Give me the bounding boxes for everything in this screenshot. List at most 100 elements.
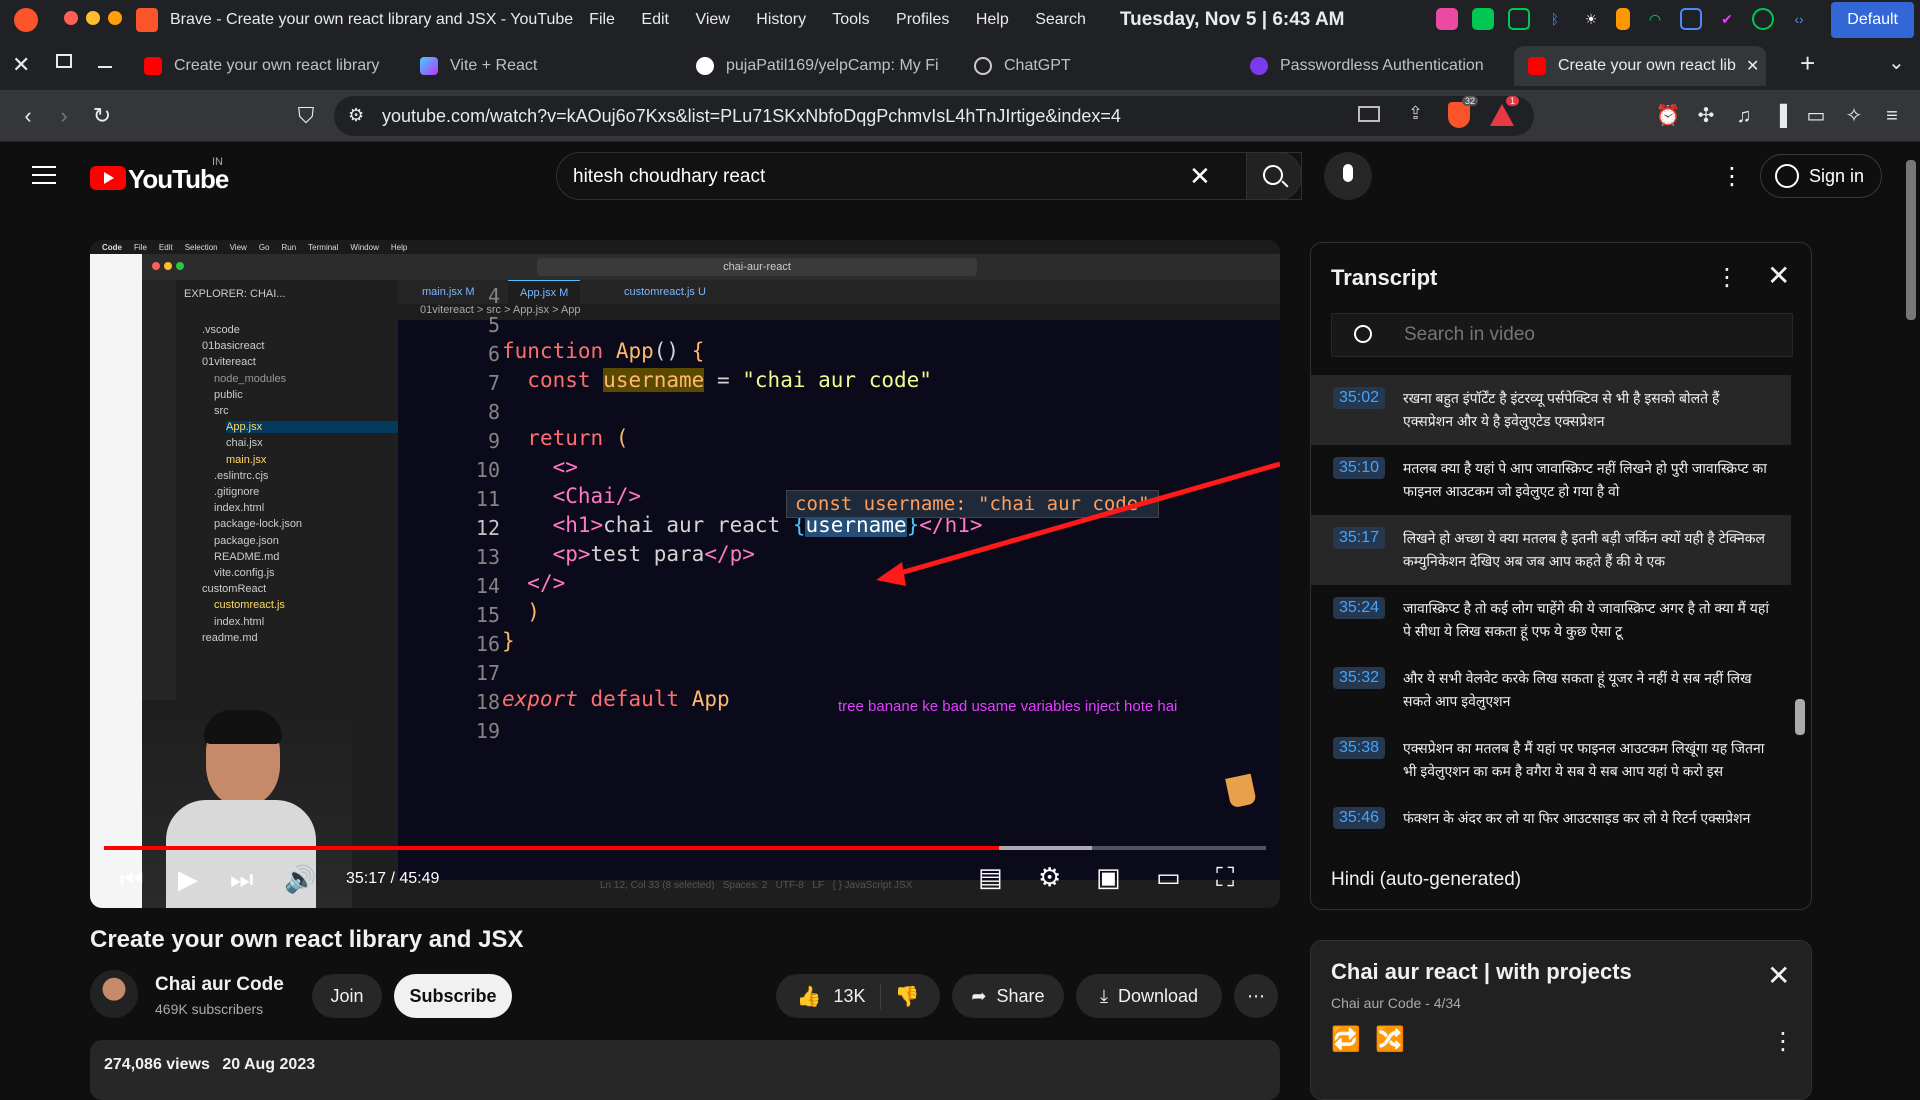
miniplayer-icon[interactable]: ▣ [1096, 862, 1121, 893]
battery-icon[interactable] [1616, 8, 1630, 30]
transcript-segment[interactable]: 35:02 रखना बहुत इंपॉर्टेंट है इंटरव्यू पर… [1311, 375, 1791, 445]
minimize-icon[interactable] [98, 66, 112, 68]
close-window-icon[interactable] [64, 10, 78, 25]
bookmark-icon[interactable]: ⛉ [292, 102, 320, 130]
calendar-icon[interactable] [1436, 8, 1458, 30]
music-icon[interactable]: ♫ [1730, 102, 1758, 130]
description-box[interactable]: 274,086 views 20 Aug 2023 [90, 1040, 1280, 1100]
address-bar[interactable]: ⚙ youtube.com/watch?v=kAOuj6o7Kxs&list=P… [334, 96, 1534, 136]
transcript-segment[interactable]: 35:38 एक्सप्रेशन का मतलब है मैं यहां पर फ… [1311, 725, 1791, 795]
reload-icon[interactable]: ↻ [88, 102, 116, 130]
brave-rewards-icon[interactable] [1490, 104, 1514, 126]
hamburger-menu-icon[interactable] [32, 166, 56, 184]
transcript-close-icon[interactable]: ✕ [1767, 259, 1790, 292]
volume-icon[interactable]: 🔊 [284, 864, 316, 895]
extensions-icon[interactable]: ✣ [1692, 102, 1720, 130]
site-settings-icon[interactable]: ⚙ [348, 105, 364, 126]
join-button[interactable]: Join [312, 974, 382, 1018]
menu-help[interactable]: Help [976, 11, 1009, 28]
transcript-scrollbar[interactable] [1795, 699, 1805, 735]
segment-timestamp[interactable]: 35:10 [1333, 457, 1386, 479]
youtube-logo-icon[interactable] [90, 166, 126, 190]
settings-gear-icon[interactable]: ⚙ [1038, 862, 1061, 893]
system-datetime[interactable]: Tuesday, Nov 5 | 6:43 AM [1120, 9, 1345, 31]
alarm-icon[interactable]: ⏰ [1654, 102, 1682, 130]
close-icon[interactable]: ✕ [12, 52, 30, 78]
menu-search[interactable]: Search [1035, 11, 1086, 28]
search-button[interactable] [1246, 152, 1302, 200]
tab-react-library-1[interactable]: Create your own react library [136, 46, 400, 86]
brightness-icon[interactable]: ☀ [1580, 8, 1602, 30]
code-icon[interactable]: ‹› [1788, 8, 1810, 30]
theater-mode-icon[interactable]: ▭ [1156, 862, 1181, 893]
tab-vite-react[interactable]: Vite + React [412, 46, 662, 86]
playlist-close-icon[interactable]: ✕ [1767, 959, 1790, 992]
speaker-icon[interactable] [1508, 8, 1530, 30]
segment-timestamp[interactable]: 35:46 [1333, 807, 1386, 829]
menu-history[interactable]: History [756, 11, 806, 28]
channel-avatar[interactable] [90, 970, 138, 1018]
segment-timestamp[interactable]: 35:24 [1333, 597, 1386, 619]
pause-icon[interactable] [1472, 8, 1494, 30]
more-options-icon[interactable]: ⋮ [1720, 162, 1744, 191]
subtitles-icon[interactable]: ▤ [978, 862, 1003, 893]
like-button[interactable]: 👍 13K [797, 983, 881, 1009]
menu-tools[interactable]: Tools [832, 11, 869, 28]
transcript-language[interactable]: Hindi (auto-generated) [1331, 869, 1521, 891]
transcript-segment[interactable]: 35:24 जावास्क्रिप्ट है तो कई लोग चाहेंगे … [1311, 585, 1791, 655]
restore-window-icon[interactable] [56, 54, 72, 68]
sign-in-button[interactable]: Sign in [1760, 154, 1882, 198]
play-icon[interactable]: ▶ [178, 864, 198, 895]
menu-profiles[interactable]: Profiles [896, 11, 949, 28]
transcript-search-input[interactable] [1404, 322, 1764, 348]
next-video-icon[interactable]: ⏭ [230, 864, 253, 896]
transcript-segment[interactable]: 35:46 फंक्शन के अंदर कर लो या फिर आउटसाइड… [1311, 795, 1791, 865]
transcript-segment[interactable]: 35:32 और ये सभी वेलवेट करके लिख सकता हूं … [1311, 655, 1791, 725]
tab-passwordless-auth[interactable]: Passwordless Authentication [1242, 46, 1500, 86]
url-text[interactable]: youtube.com/watch?v=kAOuj6o7Kxs&list=PLu… [382, 106, 1121, 127]
tab-close-icon[interactable]: ✕ [1746, 56, 1759, 76]
segment-timestamp[interactable]: 35:32 [1333, 667, 1386, 689]
segment-timestamp[interactable]: 35:17 [1333, 527, 1386, 549]
share-button[interactable]: ➦ Share [952, 974, 1064, 1018]
menu-edit[interactable]: Edit [641, 11, 669, 28]
bluetooth-icon[interactable]: ᛒ [1544, 8, 1566, 30]
user-circle-icon[interactable] [1752, 8, 1774, 30]
transcript-search-box[interactable] [1331, 313, 1793, 357]
download-button[interactable]: ⤓ Download [1076, 974, 1222, 1018]
video-progress-bar[interactable] [104, 846, 1266, 850]
tab-chatgpt[interactable]: ChatGPT [966, 46, 1220, 86]
subscribe-button[interactable]: Subscribe [394, 974, 512, 1018]
share-icon[interactable]: ⇪ [1408, 103, 1423, 124]
brave-logo-icon[interactable] [14, 8, 38, 32]
back-icon[interactable]: ‹ [14, 102, 42, 130]
checkmark-icon[interactable]: ✔ [1716, 8, 1738, 30]
playlist-more-icon[interactable]: ⋮ [1771, 1027, 1795, 1056]
menu-file[interactable]: File [589, 11, 615, 28]
tab-react-library-active[interactable]: Create your own react lib ✕ [1514, 46, 1766, 86]
wifi-icon[interactable]: ◠ [1644, 8, 1666, 30]
voice-search-button[interactable] [1324, 152, 1372, 200]
maximize-window-icon[interactable] [108, 10, 122, 25]
profile-button[interactable]: Default [1831, 2, 1914, 38]
new-tab-icon[interactable]: + [1800, 48, 1815, 79]
browser-menu-icon[interactable]: ≡ [1878, 102, 1906, 130]
transcript-more-icon[interactable]: ⋮ [1715, 263, 1739, 292]
channel-name[interactable]: Chai aur Code [155, 974, 284, 996]
playlist-title[interactable]: Chai aur react | with projects [1331, 959, 1632, 985]
loop-icon[interactable]: 🔁 [1331, 1025, 1361, 1054]
page-scrollbar[interactable] [1906, 160, 1916, 320]
previous-video-icon[interactable]: ⏮ [120, 864, 143, 896]
segment-timestamp[interactable]: 35:38 [1333, 737, 1386, 759]
fullscreen-icon[interactable]: ⛶ [1216, 862, 1234, 894]
tab-list-chevron-icon[interactable]: ⌄ [1888, 50, 1905, 75]
clear-search-icon[interactable]: ✕ [1189, 161, 1211, 192]
transcript-segment[interactable]: 35:17 लिखने हो अच्छा ये क्या मतलब है इतनी… [1311, 515, 1791, 585]
leo-ai-icon[interactable]: ✧ [1840, 102, 1868, 130]
forward-icon[interactable]: › [50, 102, 78, 130]
search-box[interactable]: ✕ [556, 152, 1302, 200]
minimize-window-icon[interactable] [86, 10, 100, 25]
search-input[interactable] [573, 163, 1173, 191]
cast-icon[interactable] [1358, 106, 1380, 122]
screen-share-icon[interactable] [1680, 8, 1702, 30]
